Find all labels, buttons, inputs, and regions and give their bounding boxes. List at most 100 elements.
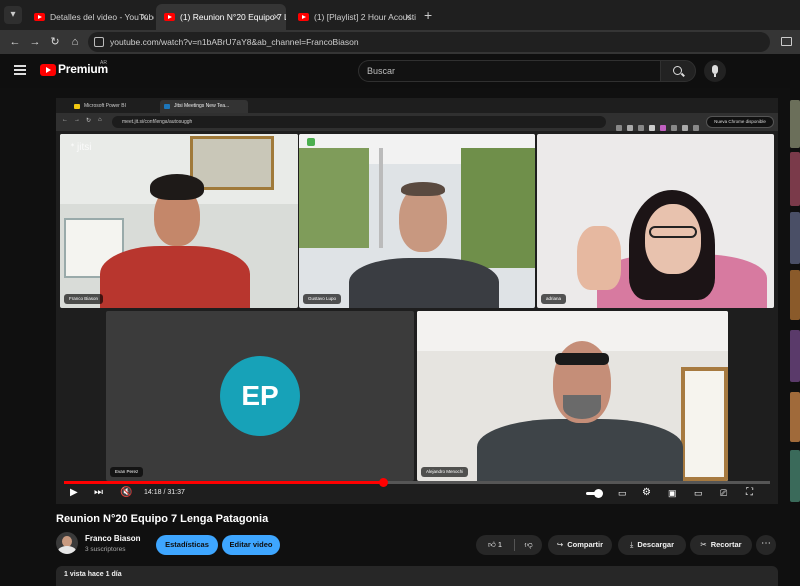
forward-arrow-icon: → xyxy=(74,117,80,123)
youtube-logo-icon[interactable] xyxy=(40,64,56,76)
seek-bar-played xyxy=(64,481,384,484)
share-icon: ↪ xyxy=(556,540,564,549)
tab-search-button[interactable]: ▾ xyxy=(4,6,22,24)
site-info-icon[interactable] xyxy=(94,37,104,47)
address-url[interactable]: youtube.com/watch?v=n1bABrU7aY8&ab_chann… xyxy=(110,32,359,52)
participant-name: Evan Perez xyxy=(110,467,144,477)
participant-tile: Gustavo Lupo xyxy=(299,134,535,308)
theater-mode-icon[interactable]: ▭ xyxy=(694,486,703,500)
participant-avatar: EP xyxy=(220,356,300,436)
share-button[interactable]: ↪ Compartir xyxy=(548,535,612,555)
youtube-masthead: Premium AR Buscar xyxy=(0,54,800,88)
search-input[interactable]: Buscar xyxy=(358,60,660,82)
recorded-browser-toolbar: ← → ↻ ⌂ meet.jit.si/conf/lenga/autosuggh… xyxy=(56,113,778,131)
browser-tab[interactable]: Detalles del video - YouTube St ✕ xyxy=(26,4,154,30)
home-icon[interactable]: ⌂ xyxy=(66,33,84,51)
subscriber-count: 3 suscriptores xyxy=(85,546,126,553)
youtube-favicon-icon xyxy=(298,13,309,21)
jitsi-favicon-icon xyxy=(164,104,170,109)
video-title: Reunion N°20 Equipo 7 Lenga Patagonia xyxy=(56,513,269,525)
recorded-tab-title: Jitsi Meetings New Tea... xyxy=(174,103,230,109)
like-button[interactable]: 👍︎ 1 xyxy=(476,535,514,555)
more-actions-icon[interactable]: ⋯ xyxy=(756,535,776,555)
thumbs-down-icon: 👎︎ xyxy=(524,540,533,549)
avatar-initials: EP xyxy=(241,380,279,411)
recommended-thumbnail[interactable] xyxy=(790,392,800,442)
browser-tab-active[interactable]: (1) Reunion N°20 Equipo 7 Leng ✕ xyxy=(156,4,286,30)
participant-name: adriana xyxy=(541,294,567,304)
address-bar[interactable]: youtube.com/watch?v=n1bABrU7aY8&ab_chann… xyxy=(88,32,770,52)
active-speaker-icon xyxy=(307,138,315,146)
thumbs-up-icon: 👍︎ xyxy=(487,540,496,549)
back-arrow-icon: ← xyxy=(62,117,68,123)
tab-title: Detalles del video - YouTube St xyxy=(50,12,154,22)
recommended-thumbnail[interactable] xyxy=(790,270,800,320)
like-dislike-group: 👍︎ 1 👎︎ xyxy=(476,535,542,555)
new-tab-button[interactable]: + xyxy=(424,6,432,24)
reload-icon[interactable]: ↻ xyxy=(46,33,64,51)
recommended-thumbnail[interactable] xyxy=(790,212,800,264)
participant-tile: EP Evan Perez xyxy=(106,311,414,481)
close-tab-icon[interactable]: ✕ xyxy=(404,4,412,30)
miniplayer-icon[interactable]: ▣ xyxy=(668,486,677,500)
recorded-browser-tabs: Microsoft Power BI Jitsi Meetings New Te… xyxy=(56,98,778,113)
play-icon[interactable]: ▶ xyxy=(70,486,78,500)
time-display: 14:18 / 31:37 xyxy=(144,489,185,496)
view-count-date: 1 vista hace 1 día xyxy=(64,571,122,578)
window-view xyxy=(299,148,369,248)
browser-tab[interactable]: (1) [Playlist] 2 Hour Acousti ✕ xyxy=(290,4,418,30)
mute-icon[interactable]: 🔇 xyxy=(120,486,132,500)
participant-tile: adriana xyxy=(537,134,774,308)
participant-name: Gustavo Lupo xyxy=(303,294,342,304)
close-tab-icon[interactable]: ✕ xyxy=(140,4,148,30)
settings-gear-icon[interactable]: ⚙ xyxy=(642,486,651,500)
recorded-address-bar: meet.jit.si/conf/lenga/autosuggh xyxy=(112,116,606,128)
waving-hand xyxy=(577,226,621,290)
seek-bar[interactable] xyxy=(64,478,770,487)
dislike-button[interactable]: 👎︎ xyxy=(515,535,542,555)
recommended-thumbnail[interactable] xyxy=(790,100,800,148)
home-icon: ⌂ xyxy=(98,117,102,123)
forward-arrow-icon[interactable]: → xyxy=(26,33,44,51)
jitsi-watermark: jitsi xyxy=(70,142,91,153)
description-box[interactable]: 1 vista hace 1 día xyxy=(56,566,778,586)
recommended-thumbnail[interactable] xyxy=(790,330,800,382)
download-icon: ⤓ xyxy=(629,540,634,549)
subtitles-icon[interactable]: ▭ xyxy=(618,486,627,500)
participant-tile: jitsi Franco Biason xyxy=(60,134,298,308)
recorded-tab-title: Microsoft Power BI xyxy=(84,103,126,109)
channel-name[interactable]: Franco Biason xyxy=(85,534,141,543)
tab-title: (1) [Playlist] 2 Hour Acousti xyxy=(314,12,417,22)
autoplay-toggle[interactable] xyxy=(594,489,603,498)
recommended-thumbnail[interactable] xyxy=(790,450,800,502)
edit-video-button[interactable]: Editar video xyxy=(222,535,280,555)
youtube-favicon-icon xyxy=(34,13,45,21)
recorded-url: meet.jit.si/conf/lenga/autosuggh xyxy=(122,119,193,125)
recorded-update-chip: Nueva Chrome disponible xyxy=(706,116,774,128)
framed-picture xyxy=(681,367,728,481)
cast-icon[interactable]: ⎚ xyxy=(720,486,727,500)
voice-search-button[interactable] xyxy=(704,60,726,82)
fullscreen-icon[interactable]: ⛶ xyxy=(746,486,753,500)
youtube-favicon-icon xyxy=(164,13,175,21)
analytics-button[interactable]: Estadísticas xyxy=(156,535,218,555)
browser-tab-strip: ▾ Detalles del video - YouTube St ✕ (1) … xyxy=(0,0,800,30)
search-button[interactable] xyxy=(660,60,696,82)
close-tab-icon[interactable]: ✕ xyxy=(272,4,280,30)
browser-toolbar: ← → ↻ ⌂ youtube.com/watch?v=n1bABrU7aY8&… xyxy=(0,30,800,54)
power-bi-favicon-icon xyxy=(74,104,80,109)
search-icon xyxy=(673,66,682,75)
next-icon[interactable]: ⏭ xyxy=(94,486,103,500)
participant-name: Franco Biason xyxy=(64,294,104,304)
back-arrow-icon[interactable]: ← xyxy=(6,33,24,51)
clip-button[interactable]: ✂ Recortar xyxy=(690,535,752,555)
video-player[interactable]: Microsoft Power BI Jitsi Meetings New Te… xyxy=(56,98,778,504)
recommended-thumbnail[interactable] xyxy=(790,152,800,206)
scissors-icon: ✂ xyxy=(700,540,707,549)
logo-country-code: AR xyxy=(100,60,107,66)
window-view xyxy=(461,148,535,268)
cast-icon[interactable] xyxy=(781,37,792,46)
channel-avatar[interactable] xyxy=(56,532,78,554)
menu-icon[interactable] xyxy=(14,65,26,75)
download-button[interactable]: ⤓ Descargar xyxy=(618,535,686,555)
